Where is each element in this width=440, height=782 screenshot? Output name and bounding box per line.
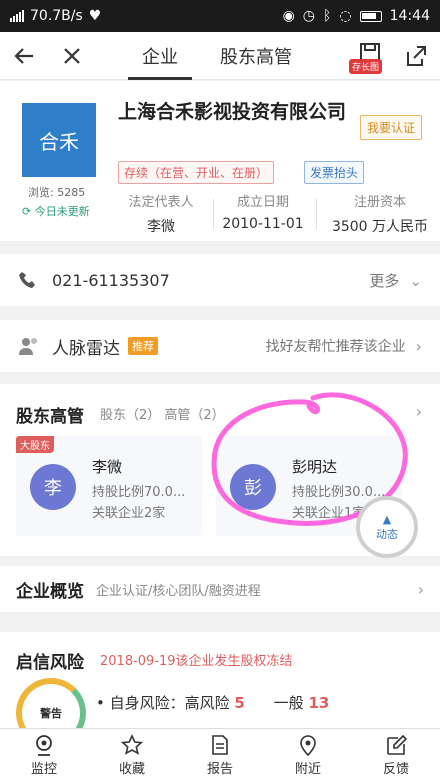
camera-icon: [36, 735, 52, 756]
capital-label: 注册资本: [353, 195, 406, 210]
tab-shareholders[interactable]: 股东高管: [204, 32, 308, 80]
risk-news[interactable]: 2018-09-19该企业发生股权冻结: [100, 650, 293, 669]
shareholder-name: 李微: [92, 458, 123, 476]
legal-rep-label: 法定代表人: [128, 195, 194, 210]
network-radar-row[interactable]: 人脉雷达 推荐 找好友帮忙推荐该企业 ›: [0, 320, 440, 372]
tab-report[interactable]: 报告: [176, 729, 264, 782]
battery-icon: [359, 10, 382, 22]
chevron-right-icon: ›: [417, 579, 424, 599]
browse-count: 浏览: 5285: [28, 186, 86, 199]
clock: 14:44: [389, 8, 430, 24]
save-badge: 存长图: [349, 58, 383, 74]
status-badge: 存续（在营、开业、在册）: [118, 161, 275, 184]
star-icon: [121, 734, 143, 755]
network-speed: 70.7B/s: [30, 8, 83, 24]
phone-icon: [19, 272, 35, 288]
chevron-right-icon[interactable]: ›: [416, 402, 422, 421]
company-name: 上海合禾影视投资有限公司: [118, 101, 347, 123]
tab-monitor-label: 监控: [30, 762, 57, 777]
dynamic-label: 动态: [376, 527, 398, 541]
claim-button[interactable]: 我要认证: [359, 115, 422, 140]
share-icon[interactable]: [392, 32, 440, 80]
top-nav: 企业 股东高管 存长图: [0, 32, 440, 80]
chevron-right-icon: ›: [415, 336, 422, 356]
close-icon[interactable]: [48, 32, 96, 80]
divider: [316, 199, 317, 229]
alarm-icon: ◷: [302, 8, 316, 24]
update-status[interactable]: ⟳ 今日未更新: [22, 203, 90, 219]
risk-section[interactable]: 启信风险 2018-09-19该企业发生股权冻结 警告 • 自身风险：高风险 5…: [0, 632, 440, 748]
phone-row[interactable]: 021-61135307 更多 ⌄: [0, 254, 440, 306]
people-icon: [19, 338, 37, 355]
dynamic-icon: ▲: [382, 512, 392, 526]
more-button[interactable]: 更多 ⌄: [369, 270, 422, 291]
mute-icon: ◌: [339, 8, 352, 24]
general-risk-label: 一般: [273, 694, 304, 712]
company-logo: 合禾: [22, 103, 96, 177]
edit-icon: [387, 734, 407, 755]
overview-row[interactable]: 企业概览 企业认证/核心团队/融资进程 ›: [0, 566, 440, 612]
divider: [213, 199, 214, 229]
signal-icon: [10, 10, 24, 22]
major-shareholder-badge: 大股东: [16, 436, 54, 453]
update-status-label: 今日未更新: [34, 205, 90, 218]
phone-number[interactable]: 021-61135307: [52, 271, 170, 290]
shareholder-card[interactable]: 大股东 李 李微 持股比例70.0... 关联企业2家: [16, 436, 202, 536]
location-icon: [300, 735, 316, 756]
capital-value: 3500 万人民币: [331, 219, 429, 235]
eye-icon: ◉: [282, 8, 295, 24]
shareholder-ratio: 持股比例70.0...: [92, 485, 186, 500]
related-companies: 关联企业1家: [292, 506, 366, 521]
risk-title: 启信风险: [16, 653, 84, 673]
status-bar: 70.7B/s ♥ ◉ ◷ ᛒ ◌ 14:44: [0, 0, 440, 32]
legal-rep[interactable]: 法定代表人 李微: [116, 191, 206, 236]
more-label: 更多: [369, 271, 400, 290]
chevron-down-icon: ⌄: [409, 271, 422, 290]
dynamic-button[interactable]: ▲ 动态: [356, 496, 418, 558]
tab-favorite[interactable]: 收藏: [88, 729, 176, 782]
radar-hint: 找好友帮忙推荐该企业: [265, 339, 406, 355]
related-companies: 关联企业2家: [92, 506, 166, 521]
tab-feedback[interactable]: 反馈: [352, 729, 440, 782]
tab-favorite-label: 收藏: [118, 762, 145, 777]
tab-nearby-label: 附近: [294, 762, 321, 777]
tab-company[interactable]: 企业: [126, 32, 194, 80]
shareholders-count[interactable]: 股东（2） 高管（2）: [100, 404, 225, 423]
self-risk-count: 5: [234, 694, 245, 712]
invoice-button[interactable]: 发票抬头: [304, 161, 365, 184]
document-icon: [212, 735, 228, 755]
save-image-button[interactable]: 存长图: [348, 32, 392, 80]
tab-monitor[interactable]: 监控: [0, 729, 88, 782]
capital: 注册资本 3500 万人民币: [326, 191, 434, 236]
recommend-badge: 推荐: [128, 337, 158, 355]
back-arrow-icon[interactable]: [0, 32, 48, 80]
radar-title: 人脉雷达: [52, 338, 120, 359]
self-risk-label: 自身风险：高风险: [109, 694, 230, 712]
shareholder-ratio: 持股比例30.0...: [292, 485, 386, 500]
bottom-tab-bar: 监控 收藏 报告 附近 反馈: [0, 728, 440, 782]
company-header: 合禾 浏览: 5285 ⟳ 今日未更新 上海合禾影视投资有限公司 我要认证 存续…: [0, 81, 440, 241]
shareholder-name: 彭明达: [292, 458, 338, 476]
heart-icon: ♥: [88, 8, 102, 24]
general-risk-count: 13: [308, 694, 330, 712]
avatar: 李: [30, 464, 76, 510]
bluetooth-icon: ᛒ: [323, 8, 332, 24]
founded: 成立日期 2010-11-01: [218, 191, 308, 232]
overview-title: 企业概览: [16, 581, 84, 602]
tab-feedback-label: 反馈: [382, 762, 409, 777]
shareholders-title: 股东高管: [16, 407, 84, 427]
founded-value: 2010-11-01: [222, 216, 304, 232]
tab-nearby[interactable]: 附近: [264, 729, 352, 782]
avatar: 彭: [230, 464, 276, 510]
self-risk: • 自身风险：高风险 5 一般 13: [96, 694, 330, 712]
overview-sub: 企业认证/核心团队/融资进程: [96, 583, 261, 599]
tab-report-label: 报告: [206, 762, 233, 777]
founded-label: 成立日期: [236, 195, 289, 210]
legal-rep-value: 李微: [147, 219, 175, 235]
